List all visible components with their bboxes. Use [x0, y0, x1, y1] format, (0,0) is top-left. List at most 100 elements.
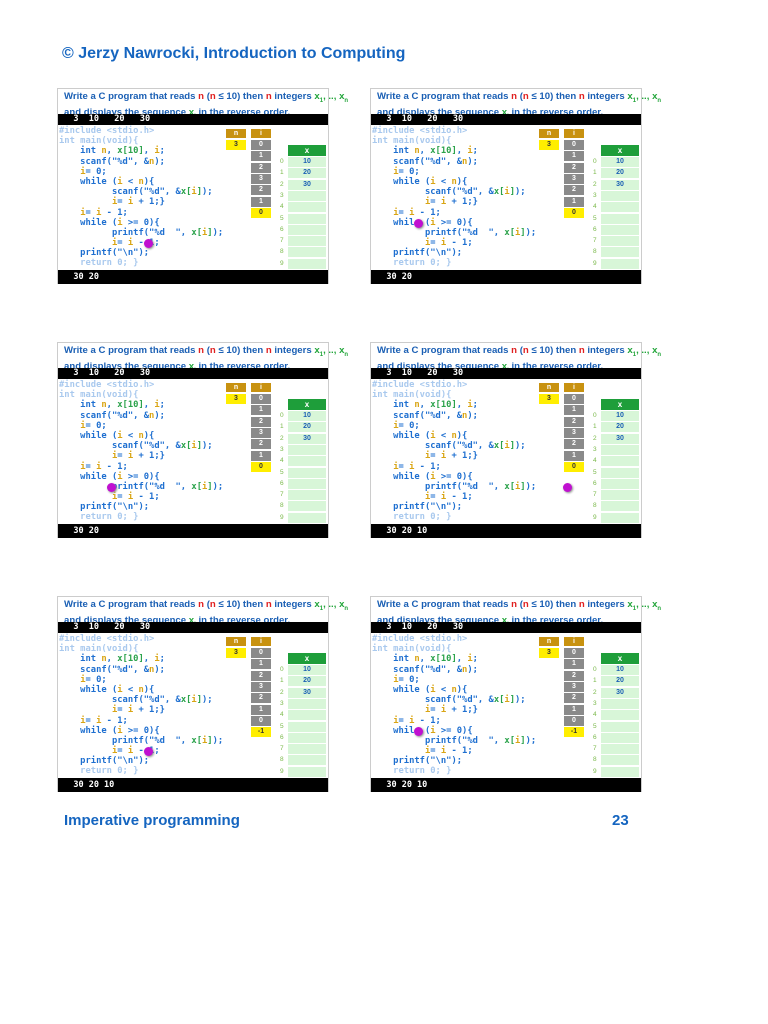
title-line-1: Write a C program that reads n (n ≤ 10) …: [377, 91, 661, 107]
array-index: 0: [280, 666, 284, 673]
code-line: printf("\n");: [59, 502, 223, 512]
code-token: printf("%d ",: [372, 227, 505, 238]
code-token: =: [85, 461, 97, 472]
code-line: while (i < n){: [372, 685, 536, 695]
array-x-cell: [288, 247, 326, 258]
code-token: =: [398, 461, 410, 472]
code-line: scanf("%d", &n);: [372, 157, 536, 167]
code-line: i= i + 1;}: [59, 197, 223, 207]
code-token: int main(void){: [372, 390, 452, 401]
code-token: - 1;: [133, 492, 160, 503]
array-x-cell: [601, 236, 639, 247]
code-token: =: [430, 705, 441, 716]
array-x-cell: [288, 732, 326, 743]
array-x-cell: 10: [601, 665, 639, 675]
code-line: scanf("%d", &x[i]);: [372, 695, 536, 705]
code-token: - 1;: [446, 238, 473, 249]
array-x-cell: [601, 444, 639, 455]
code-token: =: [117, 492, 128, 503]
code-token: x[: [191, 481, 202, 492]
code-token: );: [212, 481, 224, 492]
code-token: >= 0){: [122, 725, 160, 736]
variable-i-value: 0: [564, 140, 584, 150]
page-header: © Jerzy Nawrocki, Introduction to Comput…: [62, 45, 406, 62]
array-index: 8: [280, 756, 284, 764]
title-line-1: Write a C program that reads n (n ≤ 10) …: [377, 345, 661, 361]
variable-i-value: 3: [251, 427, 271, 438]
array-x-cell: 10: [288, 411, 326, 421]
array-index: 8: [280, 248, 284, 256]
array-x-cell: [288, 490, 326, 501]
array-index: 0: [593, 412, 597, 419]
code-token: - 1;: [446, 492, 473, 503]
code-token: x[10]: [117, 400, 144, 411]
code-line: scanf("%d", &x[i]);: [372, 187, 536, 197]
array-index: 9: [593, 259, 597, 267]
code-token: =: [117, 197, 128, 208]
code-line: int n, x[10], i;: [59, 146, 223, 156]
code-token: printf("\n");: [59, 502, 150, 513]
array-index: 6: [593, 479, 597, 487]
array-x-cell: [601, 721, 639, 732]
code-line: #include <stdio.h>: [59, 634, 223, 644]
code-token: ,: [106, 654, 118, 665]
code-token: ,: [456, 400, 468, 411]
array-x-label: x: [288, 653, 326, 664]
code-token: scanf("%d", &: [59, 410, 150, 421]
code-token: printf("%d ",: [59, 735, 192, 746]
input-bar: 3 10 20 30: [58, 368, 328, 379]
code-token: int main(void){: [372, 136, 452, 147]
code-token: x[: [493, 695, 505, 706]
array-index: 3: [593, 699, 597, 707]
code-token: =: [117, 238, 128, 249]
code-token: scanf("%d", &: [372, 410, 463, 421]
input-bar: 3 10 20 30: [371, 622, 641, 633]
array-index: 2: [593, 180, 597, 188]
array-x-cell: 10: [288, 157, 326, 167]
array-index: 4: [593, 203, 597, 211]
code-token: );: [202, 441, 213, 452]
code-token: return 0; }: [59, 512, 139, 523]
variable-i-label: i: [564, 129, 584, 138]
variable-i-label: i: [564, 383, 584, 392]
array-x-cell: 20: [601, 676, 639, 687]
code-line: int n, x[10], i;: [59, 654, 223, 664]
array-x-cell: 20: [288, 422, 326, 433]
code-token: );: [154, 664, 165, 675]
variable-i-value: 0: [564, 648, 584, 658]
variable-i-value: 0: [251, 461, 271, 472]
code-line: i= i + 1;}: [372, 451, 536, 461]
code-line: int main(void){: [59, 390, 223, 400]
title-text: , ..,: [323, 91, 340, 102]
variable-n-value: 3: [539, 140, 559, 150]
array-index: 3: [280, 191, 284, 199]
array-x-cell: [288, 698, 326, 709]
title-text: , ..,: [636, 599, 653, 610]
array-x-cell: [601, 456, 639, 467]
code-token: x[: [504, 735, 515, 746]
code-line: printf("\n");: [59, 248, 223, 258]
code-token: - 1;: [414, 461, 441, 472]
code-token: <: [435, 430, 452, 441]
array-index: 2: [280, 180, 284, 188]
code-token: while (: [59, 725, 118, 736]
code-token: return 0; }: [59, 258, 139, 269]
code-line: printf("\n");: [372, 756, 536, 766]
array-index: 3: [280, 699, 284, 707]
variable-i-value: 0: [251, 207, 271, 218]
code-token: =: [398, 207, 410, 218]
title-text: ≤ 10) then: [528, 345, 579, 356]
array-index: 7: [280, 491, 284, 499]
code-token: =: [430, 746, 441, 757]
title-text: Write a C program that reads: [64, 345, 199, 356]
code-line: i= i - 1;: [59, 716, 223, 726]
slide: Write a C program that reads n (n ≤ 10) …: [370, 596, 661, 792]
variable-i-value: 1: [251, 196, 271, 207]
title-text: Write a C program that reads: [377, 91, 512, 102]
